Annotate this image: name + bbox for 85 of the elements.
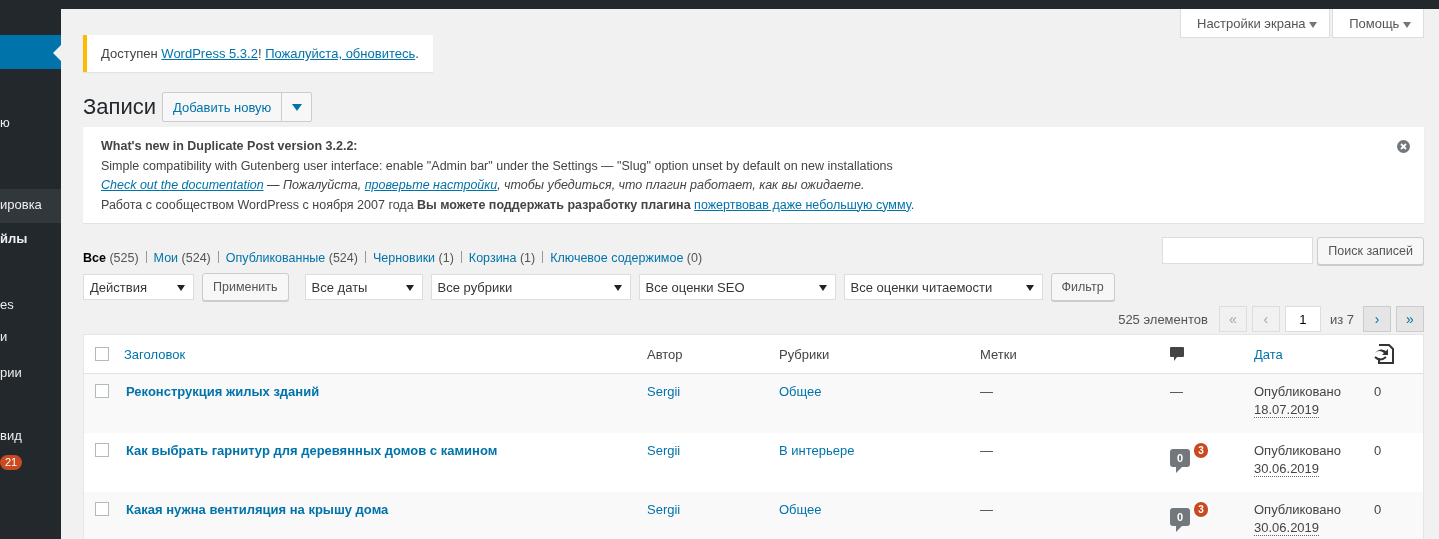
- screen-tab[interactable]: Помощь: [1332, 9, 1424, 38]
- table-cell-text: —: [980, 501, 994, 519]
- caret-icon: [1025, 285, 1034, 291]
- item-count: 525 элементов: [1118, 311, 1208, 327]
- menu-item[interactable]: йлы: [0, 223, 61, 257]
- page-field[interactable]: 1: [1284, 306, 1321, 332]
- table-cell: —: [1170, 384, 1183, 399]
- menu-item[interactable]: [0, 35, 61, 69]
- comment-icon: [1170, 346, 1184, 362]
- table-cell-text: 0: [1374, 501, 1383, 519]
- filter-link[interactable]: Мои (524): [153, 251, 211, 265]
- search-field[interactable]: [1162, 237, 1314, 264]
- screen-tab[interactable]: Настройки экрана: [1180, 9, 1331, 38]
- author-link[interactable]: Sergii: [647, 384, 681, 399]
- duplicate-icon: [1374, 344, 1394, 364]
- post-status: Опубликовано: [1254, 443, 1341, 458]
- menu-item[interactable]: и: [0, 321, 61, 355]
- documentation-link[interactable]: Check out the documentation: [101, 178, 264, 192]
- author-link[interactable]: Sergii: [647, 443, 681, 458]
- menu-item[interactable]: рии: [0, 357, 61, 391]
- caret-icon: [177, 285, 185, 291]
- filter-select[interactable]: Все оценки SEO: [638, 274, 836, 300]
- row-checkbox[interactable]: [95, 443, 109, 457]
- row-checkbox[interactable]: [95, 384, 109, 398]
- caret-icon: [613, 285, 622, 291]
- notice-title: What's new in Duplicate Post version 3.2.2:: [101, 138, 359, 155]
- filter-link[interactable]: Опубликованные (524): [225, 251, 358, 265]
- notice-text: Работа с сообществом WordPress с ноября 2007 года Вы можете поддержать разработку плагина пожертвовав даже небольшую сумму.: [101, 196, 916, 214]
- filter-link[interactable]: Черновики (1): [372, 251, 454, 265]
- post-title-link[interactable]: Как выбрать гарнитур для деревянных домов с камином: [126, 443, 498, 458]
- column-header[interactable]: Заголовок: [124, 346, 186, 362]
- caret-icon: [1309, 21, 1318, 28]
- column-header: Автор: [647, 346, 684, 362]
- count-badge: 21: [0, 455, 23, 470]
- update-link[interactable]: WordPress 5.3.2: [161, 46, 258, 61]
- post-date: 30.06.2019: [1254, 520, 1320, 536]
- category-link[interactable]: В интерьере: [779, 443, 855, 458]
- caret-icon: [818, 285, 827, 291]
- post-status: Опубликовано: [1254, 502, 1341, 517]
- category-link[interactable]: Общее: [779, 384, 822, 399]
- bulk-action-select[interactable]: Действия: [83, 274, 194, 300]
- table-cell-text: —: [980, 442, 994, 460]
- last-page-button[interactable]: »: [1396, 306, 1424, 332]
- column-header[interactable]: Дата: [1254, 346, 1283, 362]
- search-button[interactable]: Поиск записей: [1317, 237, 1424, 265]
- pending-count-badge[interactable]: 3: [1192, 441, 1210, 460]
- notice-text: Simple compatibility with Gutenberg user interface: enable "Admin bar" under the Settings — "Slug" option unset by default on new installations: [101, 157, 894, 175]
- filter-link[interactable]: Все (525): [83, 251, 139, 265]
- table-cell-text: 0: [1374, 383, 1383, 401]
- select-all-checkbox[interactable]: [95, 347, 109, 361]
- post-status: Опубликовано: [1254, 384, 1341, 399]
- caret-icon: [1403, 21, 1411, 28]
- filter-link[interactable]: Корзина (1): [468, 251, 536, 265]
- table-cell-text: 0: [1374, 442, 1383, 460]
- next-page-button[interactable]: ›: [1363, 306, 1391, 332]
- post-title-link[interactable]: Какая нужна вентиляция на крышу дома: [126, 502, 389, 517]
- notice-text: Доступен WordPress 5.3.2! Пожалуйста, обновитесь.: [101, 46, 419, 61]
- menu-item[interactable]: вид: [0, 420, 61, 454]
- filter-select[interactable]: Все рубрики: [430, 274, 631, 300]
- apply-button[interactable]: Применить: [202, 273, 289, 301]
- table-cell-text: —: [980, 383, 994, 401]
- column-header: Метки: [980, 346, 1018, 362]
- close-icon[interactable]: [1397, 140, 1410, 153]
- caret-icon: [405, 285, 414, 291]
- notice-text: Check out the documentation — Пожалуйста, проверьте настройки, чтобы убедиться, что плагин работает, как вы ожидаете.: [101, 177, 866, 194]
- menu-item[interactable]: ировка: [0, 189, 61, 223]
- post-date: 30.06.2019: [1254, 461, 1320, 477]
- menu-item[interactable]: ю: [0, 107, 61, 141]
- menu-item[interactable]: es: [0, 289, 61, 323]
- category-link[interactable]: Общее: [779, 502, 822, 517]
- page-title: Записи: [83, 94, 156, 120]
- post-date: 18.07.2019: [1254, 402, 1320, 418]
- author-link[interactable]: Sergii: [647, 502, 681, 517]
- post-title-link[interactable]: Реконструкция жилых зданий: [126, 384, 320, 399]
- donate-link[interactable]: пожертвовав даже небольшую сумму: [694, 197, 911, 212]
- filter-select[interactable]: Все оценки читаемости: [843, 274, 1043, 300]
- page-total: из 7: [1329, 311, 1354, 327]
- pending-count-badge[interactable]: 3: [1192, 500, 1210, 519]
- filter-button[interactable]: Фильтр: [1050, 273, 1115, 301]
- filter-select[interactable]: Все даты: [304, 274, 423, 300]
- add-new-button[interactable]: Добавить новую: [163, 93, 282, 121]
- caret-icon: [291, 103, 302, 111]
- filter-link[interactable]: Ключевое содержимое (0): [550, 251, 703, 265]
- column-header: Рубрики: [779, 346, 831, 362]
- row-checkbox[interactable]: [95, 502, 109, 516]
